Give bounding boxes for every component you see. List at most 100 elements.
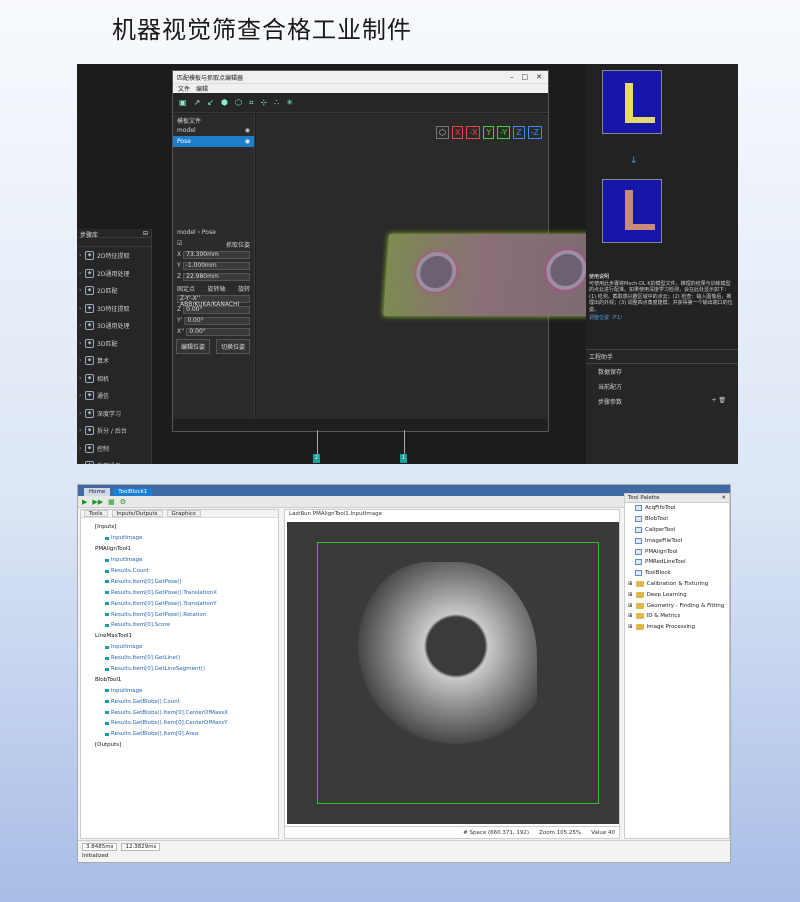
edit-pose-button[interactable]: 编辑位姿 — [176, 339, 211, 354]
pin-icon[interactable]: ⊟ — [143, 230, 148, 237]
terminal-node[interactable]: InputImage — [95, 555, 278, 566]
rotation-mode[interactable]: 固定点 旋转轴 旋转 — [173, 282, 254, 293]
star-icon[interactable]: ✳ — [286, 98, 293, 107]
terminal-node[interactable]: InputImage — [95, 533, 278, 544]
terminal-node[interactable]: Results.GetBlobs().Count — [95, 696, 278, 707]
select-icon[interactable]: ⊹ — [260, 98, 267, 107]
step-category-item[interactable]: › ◆ 拆分 / 后台 — [77, 422, 151, 440]
terminal-node[interactable]: Results.Count — [95, 566, 278, 577]
terminal-node[interactable]: Results.Item[0].GetPose().TranslationY — [95, 598, 278, 609]
assistant-params[interactable]: 步骤参数 — [598, 397, 622, 406]
3d-viewport[interactable]: ⬡ X -X Y -Y Z -Z — [256, 114, 601, 419]
view-axis-button[interactable]: -Y — [497, 126, 511, 139]
maximize-icon[interactable]: □ — [522, 73, 529, 81]
step-category-item[interactable]: › ◆ 相机 — [77, 370, 151, 388]
step-category-item[interactable]: ›◆外部设备 — [77, 457, 151, 464]
run-icon[interactable]: ▶ — [82, 498, 87, 506]
euler-select[interactable]: Z-Y'-X'' ABB/KUKA/KANACHI — [177, 294, 250, 307]
palette-tool[interactable]: ToolBlock — [625, 568, 729, 579]
angle-field-input[interactable]: 0.00° — [186, 327, 250, 336]
radio-axis[interactable]: 旋转轴 — [207, 284, 225, 293]
eye-icon[interactable]: ◉ — [245, 127, 250, 134]
assistant-save[interactable]: 数据保存 — [586, 364, 738, 379]
tool-node[interactable]: PMAlignTool1 — [95, 544, 278, 555]
pose-field-input[interactable]: 22.980mm — [183, 272, 250, 281]
points-icon[interactable]: ∴ — [274, 98, 279, 107]
palette-folder[interactable]: ⊞ Geometry - Finding & Fitting — [625, 600, 729, 611]
add-icon[interactable]: + 🗑 — [711, 397, 726, 406]
pose-add-icon[interactable]: ↗ — [194, 98, 201, 107]
step-search-input[interactable] — [77, 238, 151, 247]
view-axis-button[interactable]: Z — [513, 126, 525, 139]
cube-icon[interactable]: ⬢ — [221, 98, 228, 107]
terminal-node[interactable]: Results.GetBlobs().Item[0].Area — [95, 729, 278, 740]
subtab-io[interactable]: Inputs/Outputs — [111, 510, 163, 517]
close-icon[interactable]: ✕ — [721, 495, 726, 501]
angle-field-input[interactable]: 0.00° — [183, 305, 250, 314]
view-axis-button[interactable]: -X — [466, 126, 481, 139]
view-cube-icon[interactable]: ⬡ — [435, 126, 449, 139]
tree-pose-item[interactable]: Pose ◉ — [173, 136, 254, 147]
palette-tool[interactable]: CaliperTool — [625, 525, 729, 536]
terminal-node[interactable]: Results.GetBlobs().Item[0].CenterOfMassY — [95, 718, 278, 729]
grid-icon[interactable]: ▦ — [108, 498, 115, 506]
open-icon[interactable]: ▣ — [179, 98, 187, 107]
run-continuous-icon[interactable]: ▶▶ — [92, 498, 103, 506]
settings-icon[interactable]: ⚙ — [120, 498, 126, 506]
palette-tool[interactable]: BlobTool — [625, 514, 729, 525]
tool-node[interactable]: [Inputs] — [95, 522, 278, 533]
step-category-item[interactable]: › ◆ 3D通用处理 — [77, 317, 151, 335]
palette-tool[interactable]: ImageFileTool — [625, 535, 729, 546]
pose-edit-icon[interactable]: ↙ — [207, 98, 214, 107]
palette-folder[interactable]: ⊞ Deep Learning — [625, 589, 729, 600]
terminal-node[interactable]: Results.Item[0].GetLineSegment() — [95, 664, 278, 675]
tool-node[interactable]: LineMaxTool1 — [95, 631, 278, 642]
palette-folder[interactable]: ⊞ ID & Metrics — [625, 611, 729, 622]
assistant-recipe[interactable]: 当前配方 — [586, 379, 738, 394]
tab-home[interactable]: Home — [84, 488, 111, 496]
palette-tool[interactable]: PMRedLineTool — [625, 557, 729, 568]
usage-link[interactable]: 调整位姿（F1） — [589, 315, 734, 322]
close-icon[interactable]: ✕ — [536, 73, 542, 81]
step-category-item[interactable]: › ◆ 3D特征提取 — [77, 300, 151, 318]
menu-file[interactable]: 文件 — [178, 84, 190, 93]
terminal-node[interactable]: Results.Item[0].GetPose().Rotation — [95, 609, 278, 620]
step-category-item[interactable]: › ◆ 通信 — [77, 387, 151, 405]
palette-folder[interactable]: ⊞ Calibration & Fixturing — [625, 579, 729, 590]
minimize-icon[interactable]: – — [510, 73, 514, 81]
step-category-item[interactable]: › ◆ 控制 — [77, 440, 151, 458]
step-category-item[interactable]: › ◆ 3D匹配 — [77, 335, 151, 353]
inspection-image[interactable] — [287, 522, 619, 824]
menu-edit[interactable]: 编辑 — [196, 84, 208, 93]
view-axis-button[interactable]: X — [451, 126, 464, 139]
step-category-item[interactable]: › ◆ 算术 — [77, 352, 151, 370]
radio-fixed[interactable]: 固定点 — [177, 284, 195, 293]
terminal-node[interactable]: InputImage — [95, 685, 278, 696]
step-category-item[interactable]: › ◆ 2D特征提取 — [77, 247, 151, 265]
terminal-node[interactable]: Results.Item[0].Score — [95, 620, 278, 631]
tab-toolblock[interactable]: ToolBlock1 — [113, 488, 153, 496]
tool-node[interactable]: [Outputs] — [95, 740, 278, 751]
crop-icon[interactable]: ⌗ — [249, 98, 254, 108]
palette-folder[interactable]: ⊞ Image Processing — [625, 622, 729, 633]
switch-pose-button[interactable]: 切换位姿 — [216, 339, 251, 354]
terminal-node[interactable]: Results.Item[0].GetPose() — [95, 576, 278, 587]
eye-icon[interactable]: ◉ — [245, 138, 250, 145]
terminal-node[interactable]: Results.GetBlobs().Item[0].CenterOfMassX — [95, 707, 278, 718]
step-category-item[interactable]: › ◆ 2D通用处理 — [77, 265, 151, 283]
tool-node[interactable]: BlobTool1 — [95, 674, 278, 685]
step-category-item[interactable]: › ◆ 2D匹配 — [77, 282, 151, 300]
tree-model-item[interactable]: model ◉ — [173, 125, 254, 136]
view-axis-button[interactable]: Y — [483, 126, 495, 139]
pose-field-input[interactable]: -1.000mm — [182, 261, 250, 270]
pose-field-input[interactable]: 73.300mm — [183, 250, 250, 259]
angle-field-input[interactable]: 0.00° — [184, 316, 250, 325]
palette-tool[interactable]: AcqFifoTool — [625, 503, 729, 514]
terminal-node[interactable]: Results.Item[0].GetLine() — [95, 653, 278, 664]
terminal-node[interactable]: InputImage — [95, 642, 278, 653]
subtab-graphics[interactable]: Graphics — [166, 510, 201, 517]
step-category-item[interactable]: › ◆ 深度学习 — [77, 405, 151, 423]
terminal-node[interactable]: Results.Item[0].GetPose().TranslationX — [95, 587, 278, 598]
subtab-tools[interactable]: Tools — [84, 510, 108, 517]
view-axis-button[interactable]: -Z — [527, 126, 542, 139]
